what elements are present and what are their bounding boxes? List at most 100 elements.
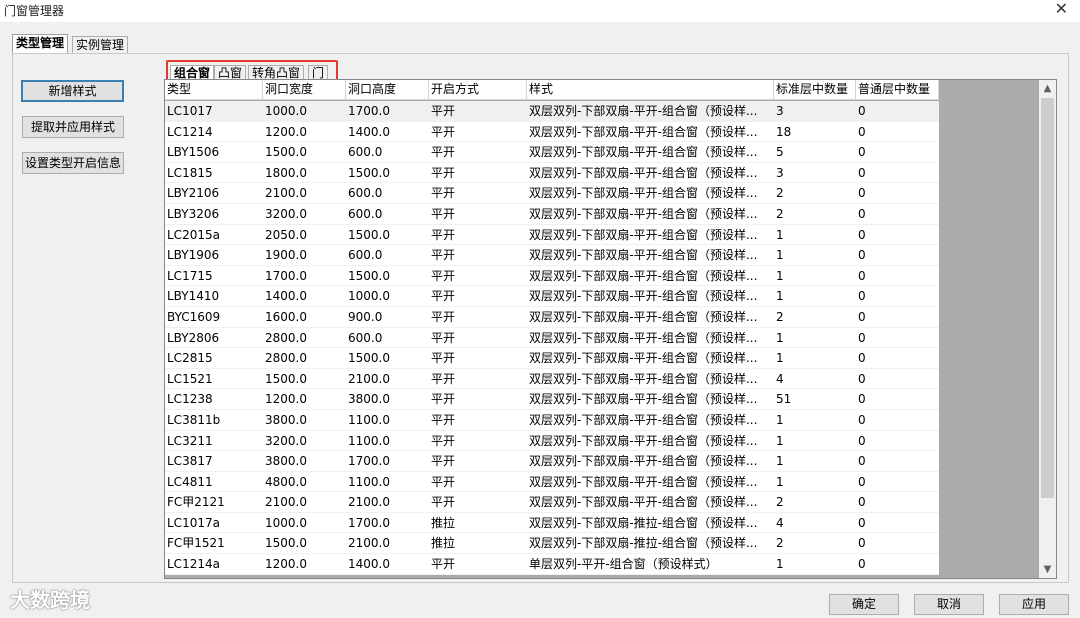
- table-row[interactable]: LBY3206 3200.0 600.0 平开 双层双列-下部双扇-平开-组合窗（预设样…: [165, 203, 939, 225]
- normal-floor-count-cell: 0: [858, 330, 866, 345]
- normal-floor-count-cell: 0: [858, 392, 866, 407]
- window-types-table: 类型 洞口宽度 洞口高度 开启方式 样式 标准层中数量 普通层中数量 LC101…: [164, 79, 1057, 579]
- width-cell: 3200.0: [265, 433, 307, 448]
- type-cell: FC甲1521: [167, 536, 225, 551]
- standard-floor-count-cell: 2: [776, 206, 784, 221]
- add-style-button[interactable]: 新增样式: [21, 80, 124, 102]
- table-row[interactable]: LC3811b 3800.0 1100.0 平开 双层双列-下部双扇-平开-组合窗（预设…: [165, 409, 939, 431]
- tab-instance-management[interactable]: 实例管理: [72, 36, 129, 54]
- type-cell: LBY1906: [167, 248, 220, 263]
- table-row[interactable]: LC1214 1200.0 1400.0 平开 双层双列-下部双扇-平开-组合窗（预设样…: [165, 121, 939, 143]
- height-cell: 600.0: [348, 206, 383, 221]
- column-header-normal-floor-count[interactable]: 普通层中数量: [856, 80, 939, 100]
- height-cell: 600.0: [348, 330, 383, 345]
- table-row[interactable]: LC1238 1200.0 3800.0 平开 双层双列-下部双扇-平开-组合窗（预设样…: [165, 389, 939, 410]
- table-row[interactable]: LC1815 1800.0 1500.0 平开 双层双列-下部双扇-平开-组合窗（预设样…: [165, 162, 939, 184]
- table-row[interactable]: LBY1906 1900.0 600.0 平开 双层双列-下部双扇-平开-组合窗（预设样…: [165, 245, 939, 266]
- tab-type-management[interactable]: 类型管理: [12, 34, 69, 54]
- width-cell: 1600.0: [265, 309, 307, 324]
- close-icon[interactable]: ✕: [1055, 0, 1068, 18]
- scroll-down-icon[interactable]: ▼: [1039, 561, 1056, 578]
- style-cell: 双层双列-下部双扇-平开-组合窗（预设样...: [529, 330, 758, 345]
- table-row[interactable]: LBY1410 1400.0 1000.0 平开 双层双列-下部双扇-平开-组合窗（预设…: [165, 286, 939, 307]
- width-cell: 2100.0: [265, 495, 307, 510]
- set-type-opening-info-button[interactable]: 设置类型开启信息: [22, 152, 124, 174]
- height-cell: 3800.0: [348, 392, 390, 407]
- table-row[interactable]: FC甲2121 2100.0 2100.0 平开 双层双列-下部双扇-平开-组合窗（预设…: [165, 492, 939, 513]
- style-cell: 双层双列-下部双扇-平开-组合窗（预设样...: [529, 454, 758, 469]
- opening-mode-cell: 平开: [431, 145, 456, 160]
- width-cell: 1200.0: [265, 124, 307, 139]
- style-cell: 双层双列-下部双扇-推拉-组合窗（预设样...: [529, 536, 758, 551]
- extract-apply-style-button[interactable]: 提取并应用样式: [22, 116, 124, 138]
- standard-floor-count-cell: 4: [776, 371, 784, 386]
- style-cell: 双层双列-下部双扇-平开-组合窗（预设样...: [529, 145, 758, 160]
- table-row[interactable]: LC2815 2800.0 1500.0 平开 双层双列-下部双扇-平开-组合窗（预设样…: [165, 348, 939, 369]
- normal-floor-count-cell: 0: [858, 474, 866, 489]
- column-header-opening-width[interactable]: 洞口宽度: [263, 80, 346, 100]
- normal-floor-count-cell: 0: [858, 227, 866, 242]
- opening-mode-cell: 平开: [431, 392, 456, 407]
- style-cell: 双层双列-下部双扇-平开-组合窗（预设样...: [529, 412, 758, 427]
- standard-floor-count-cell: 1: [776, 557, 784, 572]
- normal-floor-count-cell: 0: [858, 309, 866, 324]
- table-row[interactable]: FC甲1521 1500.0 2100.0 推拉 双层双列-下部双扇-推拉-组合窗（预设…: [165, 533, 939, 555]
- vertical-scrollbar[interactable]: ▲ ▼: [1039, 80, 1056, 578]
- opening-mode-cell: 平开: [431, 289, 456, 304]
- width-cell: 2800.0: [265, 351, 307, 366]
- opening-mode-cell: 平开: [431, 330, 456, 345]
- style-cell: 双层双列-下部双扇-平开-组合窗（预设样...: [529, 351, 758, 366]
- table-row[interactable]: LC1017 1000.0 1700.0 平开 双层双列-下部双扇-平开-组合窗（预设样…: [165, 101, 939, 122]
- style-cell: 双层双列-下部双扇-平开-组合窗（预设样...: [529, 104, 758, 118]
- scroll-up-icon[interactable]: ▲: [1039, 80, 1056, 97]
- height-cell: 1500.0: [348, 227, 390, 242]
- standard-floor-count-cell: 1: [776, 433, 784, 448]
- opening-mode-cell: 平开: [431, 351, 456, 366]
- opening-mode-cell: 平开: [431, 124, 456, 139]
- height-cell: 600.0: [348, 145, 383, 160]
- table-row[interactable]: LBY1506 1500.0 600.0 平开 双层双列-下部双扇-平开-组合窗（预设样…: [165, 142, 939, 163]
- table-row[interactable]: LC1715 1700.0 1500.0 平开 双层双列-下部双扇-平开-组合窗（预设样…: [165, 265, 939, 287]
- apply-button[interactable]: 应用: [999, 594, 1069, 615]
- cancel-button[interactable]: 取消: [914, 594, 984, 615]
- type-cell: FC甲2121: [167, 495, 225, 510]
- standard-floor-count-cell: 1: [776, 289, 784, 304]
- height-cell: 1700.0: [348, 104, 390, 118]
- type-cell: LC2815: [167, 351, 213, 366]
- column-header-opening-mode[interactable]: 开启方式: [429, 80, 527, 100]
- column-header-type[interactable]: 类型: [165, 80, 263, 100]
- height-cell: 2100.0: [348, 536, 390, 551]
- style-cell: 双层双列-下部双扇-平开-组合窗（预设样...: [529, 186, 758, 201]
- normal-floor-count-cell: 0: [858, 248, 866, 263]
- table-header: 类型 洞口宽度 洞口高度 开启方式 样式 标准层中数量 普通层中数量: [165, 80, 939, 100]
- width-cell: 3800.0: [265, 454, 307, 469]
- table-row[interactable]: LC4811 4800.0 1100.0 平开 双层双列-下部双扇-平开-组合窗（预设样…: [165, 471, 939, 493]
- standard-floor-count-cell: 3: [776, 165, 784, 180]
- column-header-opening-height[interactable]: 洞口高度: [346, 80, 429, 100]
- type-cell: LC1521: [167, 371, 213, 386]
- table-row[interactable]: LC1521 1500.0 2100.0 平开 双层双列-下部双扇-平开-组合窗（预设样…: [165, 368, 939, 390]
- table-row[interactable]: LC3211 3200.0 1100.0 平开 双层双列-下部双扇-平开-组合窗（预设样…: [165, 430, 939, 452]
- table-row[interactable]: LC1214a 1200.0 1400.0 平开 单层双列-平开-组合窗（预设样式） 1 0: [165, 554, 939, 575]
- normal-floor-count-cell: 0: [858, 145, 866, 160]
- table-row[interactable]: BYC1609 1600.0 900.0 平开 双层双列-下部双扇-平开-组合窗（预设样…: [165, 306, 939, 328]
- opening-mode-cell: 推拉: [431, 515, 456, 530]
- column-header-style[interactable]: 样式: [527, 80, 774, 100]
- ok-button[interactable]: 确定: [829, 594, 899, 615]
- table-row[interactable]: LBY2106 2100.0 600.0 平开 双层双列-下部双扇-平开-组合窗（预设样…: [165, 183, 939, 204]
- standard-floor-count-cell: 2: [776, 536, 784, 551]
- table-row[interactable]: LC2015a 2050.0 1500.0 平开 双层双列-下部双扇-平开-组合窗（预设…: [165, 224, 939, 246]
- style-cell: 双层双列-下部双扇-平开-组合窗（预设样...: [529, 248, 758, 263]
- table-row[interactable]: LBY2806 2800.0 600.0 平开 双层双列-下部双扇-平开-组合窗（预设样…: [165, 327, 939, 349]
- standard-floor-count-cell: 1: [776, 330, 784, 345]
- scrollbar-thumb[interactable]: [1041, 98, 1054, 498]
- column-header-standard-floor-count[interactable]: 标准层中数量: [774, 80, 856, 100]
- table-row[interactable]: LC1017a 1000.0 1700.0 推拉 双层双列-下部双扇-推拉-组合窗（预设…: [165, 512, 939, 534]
- opening-mode-cell: 平开: [431, 412, 456, 427]
- style-cell: 单层双列-平开-组合窗（预设样式）: [529, 557, 718, 572]
- height-cell: 1100.0: [348, 433, 390, 448]
- table-row[interactable]: LC3817 3800.0 1700.0 平开 双层双列-下部双扇-平开-组合窗（预设样…: [165, 451, 939, 472]
- standard-floor-count-cell: 3: [776, 104, 784, 118]
- standard-floor-count-cell: 2: [776, 495, 784, 510]
- width-cell: 3200.0: [265, 206, 307, 221]
